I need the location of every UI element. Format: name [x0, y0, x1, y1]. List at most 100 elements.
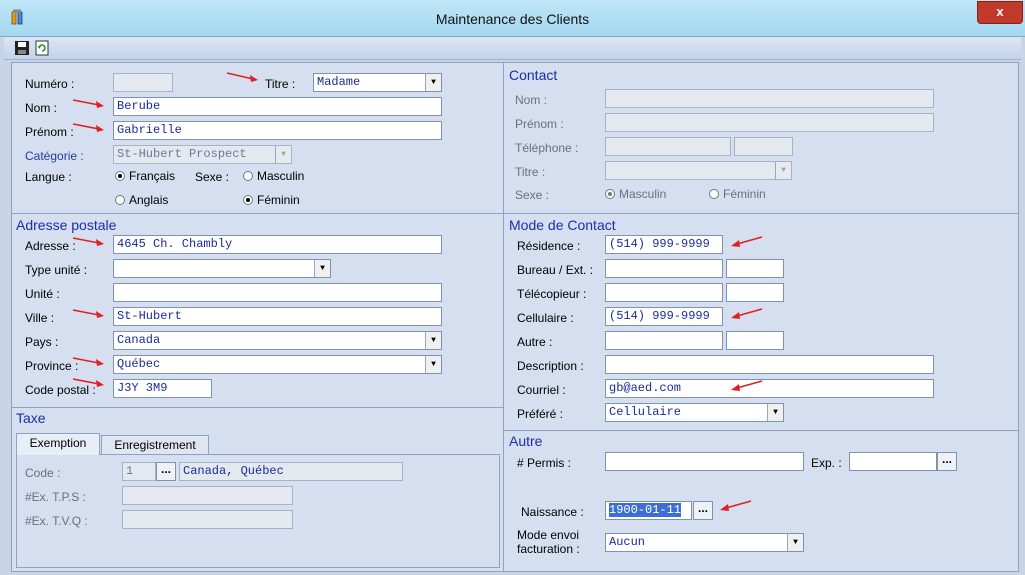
- contact-nom-field[interactable]: [605, 89, 934, 108]
- adresse-field[interactable]: 4645 Ch. Chambly: [113, 235, 442, 254]
- tab-enregistrement[interactable]: Enregistrement: [101, 435, 209, 455]
- exp-label: Exp. :: [811, 456, 842, 470]
- sexe-feminin-radio[interactable]: Féminin: [243, 193, 300, 207]
- annotation-arrow-icon: [731, 308, 763, 319]
- prenom-label: Prénom :: [25, 125, 74, 139]
- langue-anglais-radio[interactable]: Anglais: [115, 193, 168, 207]
- nom-label: Nom :: [25, 101, 58, 115]
- titre-value: Madame: [317, 75, 361, 89]
- nom-field[interactable]: Berube: [113, 97, 442, 116]
- bureau-field[interactable]: [605, 259, 723, 278]
- client-maintenance-window: Maintenance des Clients x Numéro : Titre…: [0, 0, 1025, 575]
- chevron-down-icon[interactable]: ▼: [425, 356, 441, 373]
- radio-checked-icon: [243, 195, 253, 205]
- naissance-date-button[interactable]: ...: [693, 501, 713, 520]
- ville-field[interactable]: St-Hubert: [113, 307, 442, 326]
- radio-unchecked-icon: [243, 171, 253, 181]
- code-label: Code :: [25, 466, 61, 480]
- contact-sexe-masculin-radio[interactable]: Masculin: [605, 187, 666, 201]
- type-unite-select[interactable]: ▼: [113, 259, 331, 278]
- code-description: Canada, Québec: [179, 462, 403, 481]
- contact-telephone-ext-field[interactable]: [734, 137, 793, 156]
- cellulaire-field[interactable]: (514) 999-9999: [605, 307, 723, 326]
- tps-field[interactable]: [122, 486, 293, 505]
- annotation-arrow-icon: [72, 378, 104, 387]
- contact-prenom-label: Prénom :: [515, 117, 564, 131]
- telecopieur-field[interactable]: [605, 283, 723, 302]
- annotation-arrow-icon: [72, 123, 104, 132]
- annotation-arrow-icon: [72, 99, 104, 108]
- contact-nom-label: Nom :: [515, 93, 548, 107]
- annotation-arrow-icon: [731, 236, 763, 247]
- province-select[interactable]: Québec ▼: [113, 355, 442, 374]
- radio-unchecked-icon: [115, 195, 125, 205]
- tvq-label: #Ex. T.V.Q :: [25, 514, 88, 528]
- numero-field[interactable]: [113, 73, 173, 92]
- contact-titre-label: Titre :: [515, 165, 546, 179]
- radio-unchecked-icon: [709, 189, 719, 199]
- naissance-field[interactable]: 1900-01-11: [605, 501, 692, 520]
- toolbar: [4, 37, 1021, 60]
- categorie-select[interactable]: St-Hubert Prospect ▼: [113, 145, 292, 164]
- contact-sexe-label: Sexe :: [515, 188, 550, 202]
- tab-exemption[interactable]: Exemption: [16, 433, 100, 455]
- annotation-arrow-icon: [72, 309, 104, 318]
- adresse-label: Adresse :: [25, 239, 76, 253]
- adresse-title: Adresse postale: [16, 217, 117, 233]
- type-unite-label: Type unité :: [25, 263, 88, 277]
- sexe-masculin-radio[interactable]: Masculin: [243, 169, 304, 183]
- mode-envoi-label-line2: facturation :: [517, 542, 580, 556]
- chevron-down-icon[interactable]: ▼: [275, 146, 291, 163]
- title-bar: Maintenance des Clients x: [0, 0, 1025, 37]
- contact-prenom-field[interactable]: [605, 113, 934, 132]
- titre-select[interactable]: Madame ▼: [313, 73, 442, 92]
- exp-date-button[interactable]: ...: [937, 452, 957, 471]
- chevron-down-icon[interactable]: ▼: [425, 332, 441, 349]
- courriel-label: Courriel :: [517, 383, 566, 397]
- numero-label: Numéro :: [25, 77, 75, 91]
- close-button[interactable]: x: [977, 1, 1023, 24]
- prenom-field[interactable]: Gabrielle: [113, 121, 442, 140]
- courriel-field[interactable]: gb@aed.com: [605, 379, 934, 398]
- code-field[interactable]: 1: [122, 462, 156, 481]
- categorie-value: St-Hubert Prospect: [117, 147, 247, 161]
- contact-telephone-field[interactable]: [605, 137, 731, 156]
- pays-select[interactable]: Canada ▼: [113, 331, 442, 350]
- save-icon[interactable]: [14, 40, 30, 56]
- annotation-arrow-icon: [720, 500, 752, 511]
- bureau-label: Bureau / Ext. :: [517, 263, 594, 277]
- contact-sexe-feminin-radio[interactable]: Féminin: [709, 187, 766, 201]
- telecopieur-ext-field[interactable]: [726, 283, 784, 302]
- chevron-down-icon[interactable]: ▼: [767, 404, 783, 421]
- code-lookup-button[interactable]: ...: [156, 462, 176, 481]
- description-field[interactable]: [605, 355, 934, 374]
- annotation-arrow-icon: [226, 72, 258, 82]
- ville-label: Ville :: [25, 311, 55, 325]
- annotation-arrow-icon: [72, 237, 104, 246]
- unite-field[interactable]: [113, 283, 442, 302]
- prefere-select[interactable]: Cellulaire ▼: [605, 403, 784, 422]
- cellulaire-label: Cellulaire :: [517, 311, 574, 325]
- exp-field[interactable]: [849, 452, 937, 471]
- mode-envoi-label-line1: Mode envoi: [517, 528, 580, 542]
- chevron-down-icon[interactable]: ▼: [787, 534, 803, 551]
- chevron-down-icon[interactable]: ▼: [314, 260, 330, 277]
- bureau-ext-field[interactable]: [726, 259, 784, 278]
- residence-field[interactable]: (514) 999-9999: [605, 235, 723, 254]
- code-postal-field[interactable]: J3Y 3M9: [113, 379, 212, 398]
- tvq-field[interactable]: [122, 510, 293, 529]
- langue-francais-radio[interactable]: Français: [115, 169, 175, 183]
- radio-checked-icon: [115, 171, 125, 181]
- unite-label: Unité :: [25, 287, 60, 301]
- taxe-title: Taxe: [16, 410, 46, 426]
- chevron-down-icon[interactable]: ▼: [775, 162, 791, 179]
- mode-envoi-select[interactable]: Aucun ▼: [605, 533, 804, 552]
- categorie-label: Catégorie :: [25, 149, 84, 163]
- chevron-down-icon[interactable]: ▼: [425, 74, 441, 91]
- titre-label: Titre :: [265, 77, 296, 91]
- autre-phone-ext-field[interactable]: [726, 331, 784, 350]
- autre-phone-field[interactable]: [605, 331, 723, 350]
- permis-field[interactable]: [605, 452, 804, 471]
- contact-titre-select[interactable]: ▼: [605, 161, 792, 180]
- refresh-icon[interactable]: [34, 40, 50, 56]
